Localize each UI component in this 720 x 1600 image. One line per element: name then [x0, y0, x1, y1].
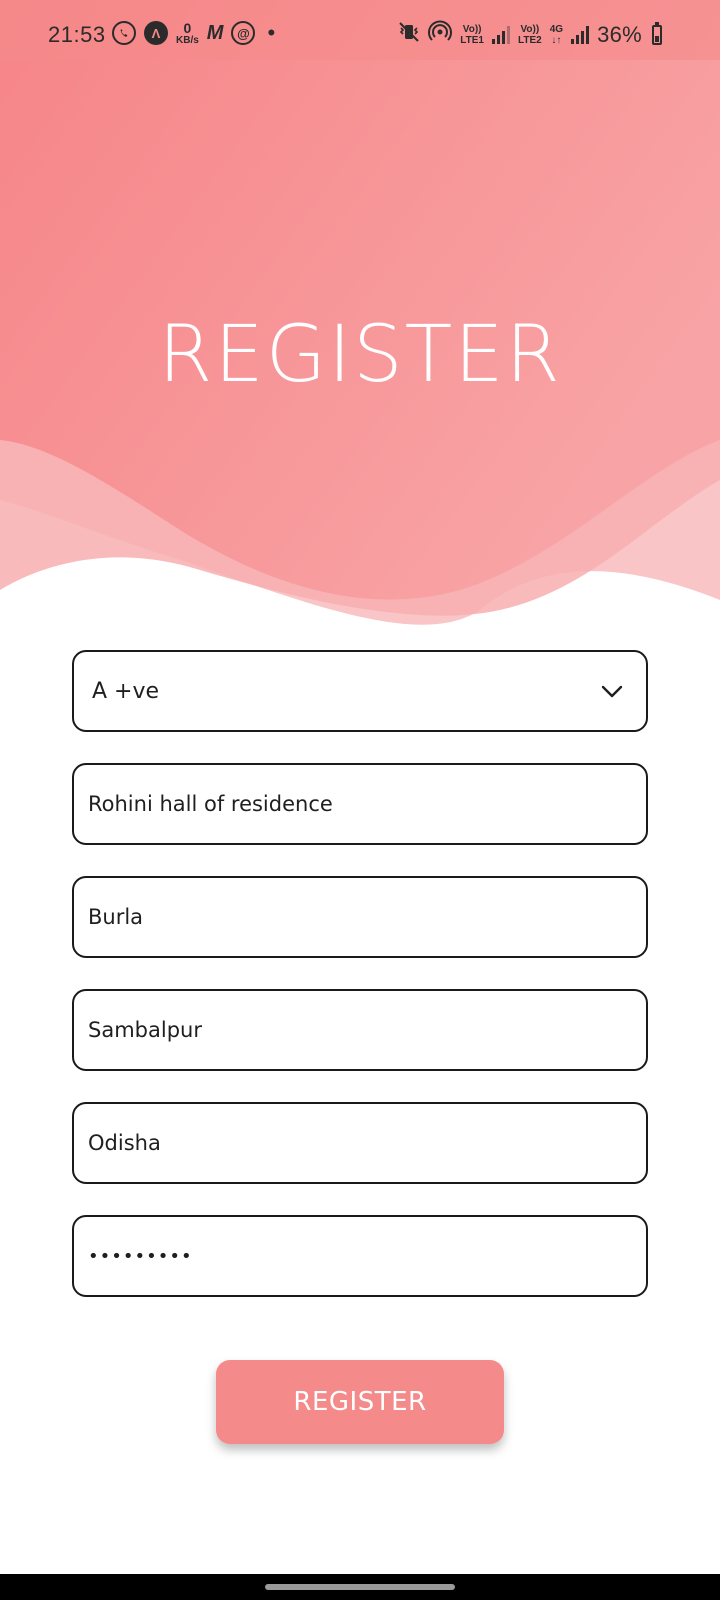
address-value: Rohini hall of residence [88, 792, 333, 816]
chevron-down-icon [601, 685, 623, 698]
status-time: 21:53 [48, 22, 106, 47]
m-app-icon: M [206, 21, 224, 44]
at-app-icon: @ [231, 21, 256, 45]
system-nav-bar [0, 1574, 720, 1600]
vibrate-mute-icon [398, 21, 420, 48]
state-value: Odisha [88, 1131, 161, 1155]
data-speed-value: 0 [183, 19, 192, 36]
status-right-icons: Vo)) LTE1 Vo)) LTE2 4G ↓↑ 36% [398, 20, 662, 49]
page-title: REGISTER [158, 310, 562, 400]
data-speed-icon: 0 KB/s [176, 21, 199, 46]
whatsapp-icon [112, 21, 136, 45]
battery-percent: 36% [597, 21, 642, 47]
sim2-volte: Vo)) [520, 23, 540, 35]
password-input[interactable]: ••••••••• [72, 1215, 648, 1297]
district-value: Sambalpur [88, 1018, 202, 1042]
state-input[interactable]: Odisha [72, 1102, 648, 1184]
password-value: ••••••••• [88, 1245, 193, 1267]
address-input[interactable]: Rohini hall of residence [72, 763, 648, 845]
sim1-lte: LTE1 [460, 34, 484, 46]
signal-icon-sim1 [492, 25, 510, 44]
dot-icon: • [267, 20, 276, 45]
network-arrows: ↓↑ [551, 34, 562, 46]
blood-group-dropdown[interactable]: A +ve [72, 650, 648, 732]
district-input[interactable]: Sambalpur [72, 989, 648, 1071]
network-type: 4G [549, 23, 564, 35]
app-a-glyph: Λ [151, 25, 161, 41]
network-type-label: 4G ↓↑ [550, 24, 563, 46]
battery-icon [652, 21, 662, 45]
city-value: Burla [88, 905, 144, 929]
city-input[interactable]: Burla [72, 876, 648, 958]
blood-group-value: A +ve [92, 678, 160, 704]
status-bar: 21:53 Λ 0 KB/s M @ • Vo)) LTE1 Vo)) LTE2… [0, 0, 720, 60]
at-app-glyph: @ [237, 25, 250, 41]
data-speed-unit: KB/s [176, 34, 199, 46]
sim1-volte: Vo)) [462, 23, 482, 35]
register-button-label: REGISTER [293, 1387, 427, 1417]
register-button[interactable]: REGISTER [216, 1360, 504, 1444]
signal-icon-sim2 [571, 25, 590, 44]
sim1-label: Vo)) LTE1 [460, 24, 484, 46]
hotspot-icon [428, 20, 453, 49]
sim2-lte: LTE2 [518, 34, 542, 46]
app-a-icon: Λ [144, 21, 168, 45]
home-gesture-handle[interactable] [265, 1584, 455, 1590]
sim2-label: Vo)) LTE2 [518, 24, 542, 46]
status-left-icons: Λ 0 KB/s M @ • [112, 20, 275, 46]
